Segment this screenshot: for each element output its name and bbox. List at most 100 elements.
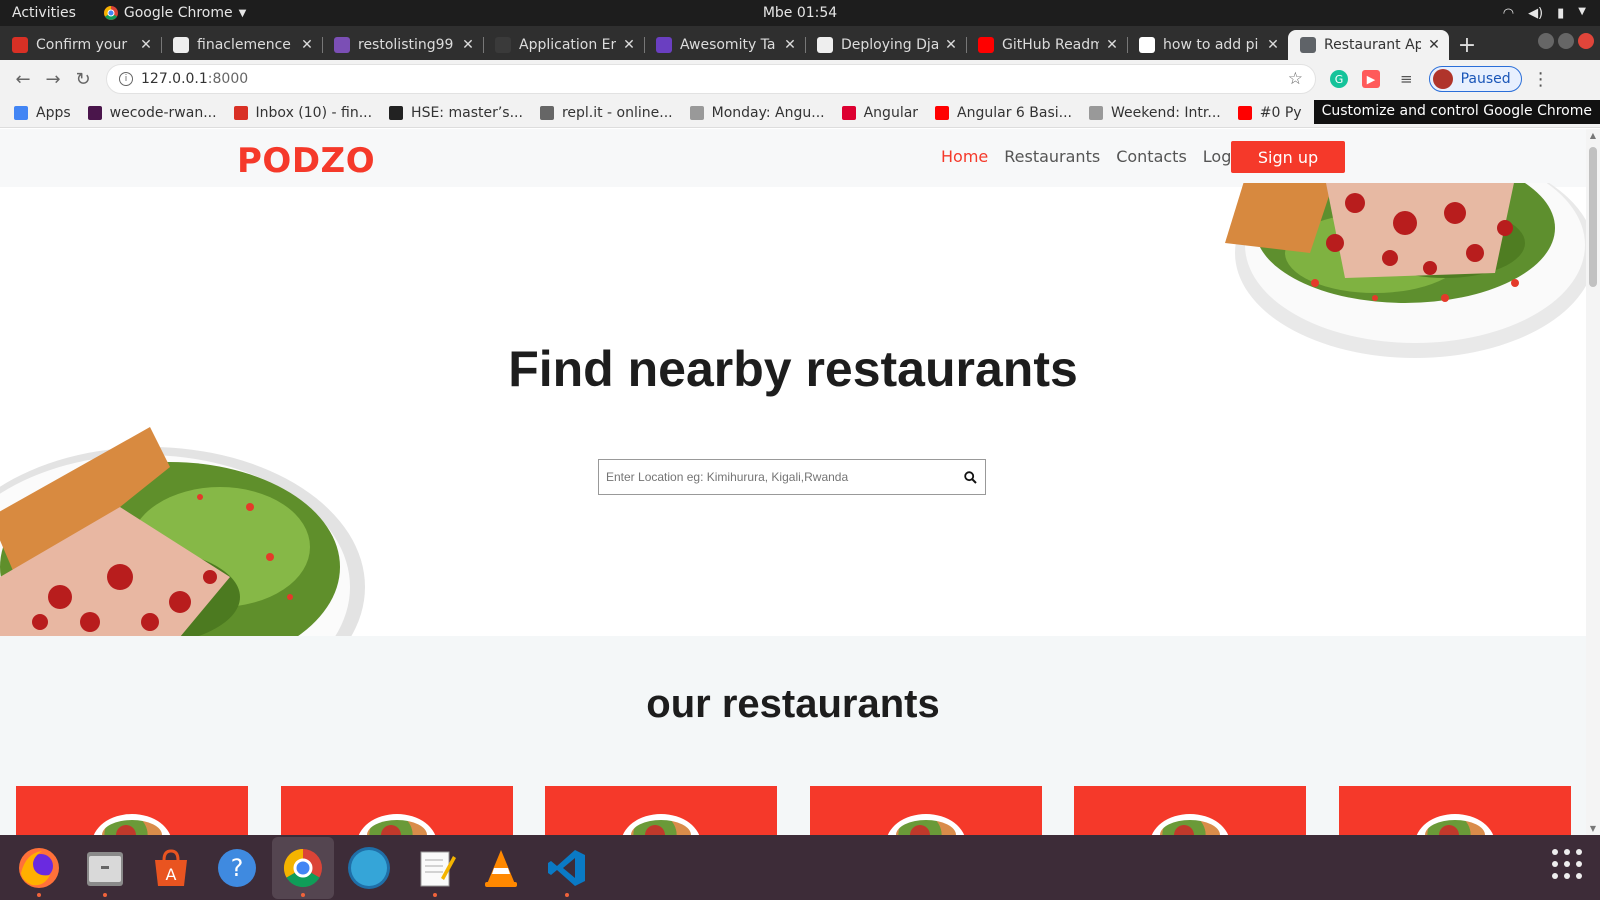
bookmark-item[interactable]: Weekend: Intr... — [1089, 105, 1221, 121]
close-tab-icon[interactable]: ✕ — [300, 37, 314, 53]
browser-toolbar: ← → ↻ i 127.0.0.1:8000 ☆ G ▶ ≡ Paused ⋮ — [0, 60, 1600, 98]
system-top-bar: Activities Google Chrome ▼ Mbe 01:54 ◠ ◀… — [0, 0, 1600, 26]
browser-tab[interactable]: finaclemence ✕ — [161, 30, 322, 60]
bookmark-item[interactable]: #0 Py — [1237, 105, 1302, 121]
scroll-down-icon[interactable]: ▼ — [1586, 824, 1600, 833]
chrome-icon — [103, 6, 118, 20]
close-tab-icon[interactable]: ✕ — [783, 37, 797, 53]
firefox-icon[interactable] — [8, 837, 70, 899]
tab-title: Deploying Dja — [841, 37, 938, 53]
profile-button[interactable]: Paused — [1428, 66, 1522, 92]
close-window-button[interactable] — [1578, 33, 1594, 49]
close-tab-icon[interactable]: ✕ — [1266, 37, 1280, 53]
url-port: :8000 — [207, 71, 249, 87]
scroll-up-icon[interactable]: ▲ — [1586, 131, 1600, 140]
tab-title: finaclemence — [197, 37, 291, 53]
screen-recorder-icon[interactable] — [338, 837, 400, 899]
hse-icon — [389, 105, 404, 120]
app-menu-label: Google Chrome — [123, 5, 233, 21]
running-indicator — [37, 892, 41, 897]
search-icon[interactable] — [955, 470, 985, 484]
slack-icon — [87, 105, 102, 120]
close-tab-icon[interactable]: ✕ — [461, 37, 475, 53]
reload-icon[interactable]: ↻ — [68, 69, 98, 90]
bookmark-label: repl.it - online... — [561, 104, 673, 121]
restaurant-card-image — [1414, 814, 1495, 835]
system-tray[interactable]: ◠ ◀) ▮ ▼ — [1503, 6, 1586, 21]
browser-tab[interactable]: how to add pi ✕ — [1127, 30, 1288, 60]
show-applications-icon[interactable] — [1552, 849, 1582, 879]
restaurant-card[interactable] — [280, 786, 513, 835]
extension-icon[interactable]: ▶ — [1362, 70, 1380, 88]
close-tab-icon[interactable]: ✕ — [1105, 37, 1119, 53]
grammarly-icon[interactable]: G — [1330, 70, 1348, 88]
bookmark-item[interactable]: Inbox (10) - fin... — [233, 104, 373, 121]
signup-button[interactable]: Sign up — [1231, 141, 1345, 173]
close-tab-icon[interactable]: ✕ — [139, 37, 153, 53]
restaurant-card[interactable] — [1074, 786, 1306, 835]
vlc-icon[interactable] — [470, 837, 532, 899]
forward-arrow-icon[interactable]: → — [38, 69, 68, 90]
app-menu[interactable]: Google Chrome ▼ — [103, 5, 246, 21]
tab-favicon-icon — [978, 37, 994, 53]
tab-favicon-icon — [817, 37, 833, 53]
bookmark-item[interactable]: Angular — [841, 105, 918, 121]
running-indicator — [565, 892, 569, 897]
address-bar[interactable]: i 127.0.0.1:8000 ☆ — [106, 64, 1316, 94]
browser-tab[interactable]: Awesomity Ta ✕ — [644, 30, 805, 60]
help-icon[interactable]: ? — [206, 837, 268, 899]
browser-tab[interactable]: Restaurant Ap ✕ — [1288, 30, 1449, 60]
page-scrollbar[interactable]: ▲ ▼ — [1586, 129, 1600, 835]
browser-tab[interactable]: Application Er ✕ — [483, 30, 644, 60]
minimize-button[interactable] — [1538, 33, 1554, 49]
close-tab-icon[interactable]: ✕ — [622, 37, 636, 53]
info-icon[interactable]: i — [119, 72, 133, 86]
browser-tab[interactable]: restolisting99 ✕ — [322, 30, 483, 60]
vscode-icon[interactable] — [536, 837, 598, 899]
restaurant-card[interactable] — [809, 786, 1042, 835]
nav-home[interactable]: Home — [941, 147, 988, 166]
bookmark-item[interactable]: HSE: master’s... — [389, 105, 523, 121]
media-control-icon[interactable]: ≡ — [1400, 70, 1413, 88]
tab-title: Restaurant Ap — [1324, 37, 1421, 53]
restaurant-card[interactable] — [1338, 786, 1571, 835]
scrollbar-thumb[interactable] — [1589, 147, 1597, 287]
activities-button[interactable]: Activities — [12, 5, 76, 21]
bookmark-label: Apps — [36, 104, 71, 121]
restaurant-card-image — [885, 814, 966, 835]
bookmark-star-icon[interactable]: ☆ — [1288, 69, 1303, 89]
site-logo[interactable]: PODZO — [237, 141, 375, 181]
back-arrow-icon[interactable]: ← — [8, 69, 38, 90]
browser-tab[interactable]: Deploying Dja ✕ — [805, 30, 966, 60]
location-search-input[interactable] — [606, 470, 955, 484]
close-tab-icon[interactable]: ✕ — [944, 37, 958, 53]
new-tab-button[interactable]: + — [1449, 30, 1485, 60]
url-host: 127.0.0.1 — [141, 71, 208, 87]
bookmark-item[interactable]: repl.it - online... — [539, 104, 673, 121]
bookmark-item[interactable]: Monday: Angu... — [689, 105, 825, 121]
chrome-icon[interactable] — [272, 836, 334, 899]
close-tab-icon[interactable]: ✕ — [1427, 37, 1441, 53]
browser-tab[interactable]: GitHub Readm ✕ — [966, 30, 1127, 60]
restaurant-card[interactable] — [16, 786, 248, 835]
tab-favicon-icon — [173, 37, 189, 53]
restaurant-card[interactable] — [545, 786, 777, 835]
restaurant-card-image — [1150, 814, 1230, 835]
more-menu-icon[interactable]: ⋮ — [1532, 69, 1550, 90]
tab-title: GitHub Readm — [1002, 37, 1099, 53]
files-icon[interactable] — [74, 837, 136, 899]
browser-tab[interactable]: Confirm your ✕ — [0, 30, 161, 60]
svg-text:A: A — [166, 865, 177, 884]
bookmark-label: Inbox (10) - fin... — [255, 104, 373, 121]
nav-restaurants[interactable]: Restaurants — [1004, 147, 1100, 166]
maximize-button[interactable] — [1558, 33, 1574, 49]
text-editor-icon[interactable] — [404, 837, 466, 899]
clock[interactable]: Mbe 01:54 — [763, 5, 837, 21]
bookmark-item[interactable]: wecode-rwan... — [87, 105, 217, 121]
software-center-icon[interactable]: A — [140, 837, 202, 899]
bookmark-item[interactable]: Apps — [14, 105, 71, 121]
nav-contacts[interactable]: Contacts — [1116, 147, 1187, 166]
tab-title: Application Er — [519, 37, 616, 53]
running-indicator — [301, 892, 305, 897]
bookmark-item[interactable]: Angular 6 Basi... — [935, 105, 1072, 121]
